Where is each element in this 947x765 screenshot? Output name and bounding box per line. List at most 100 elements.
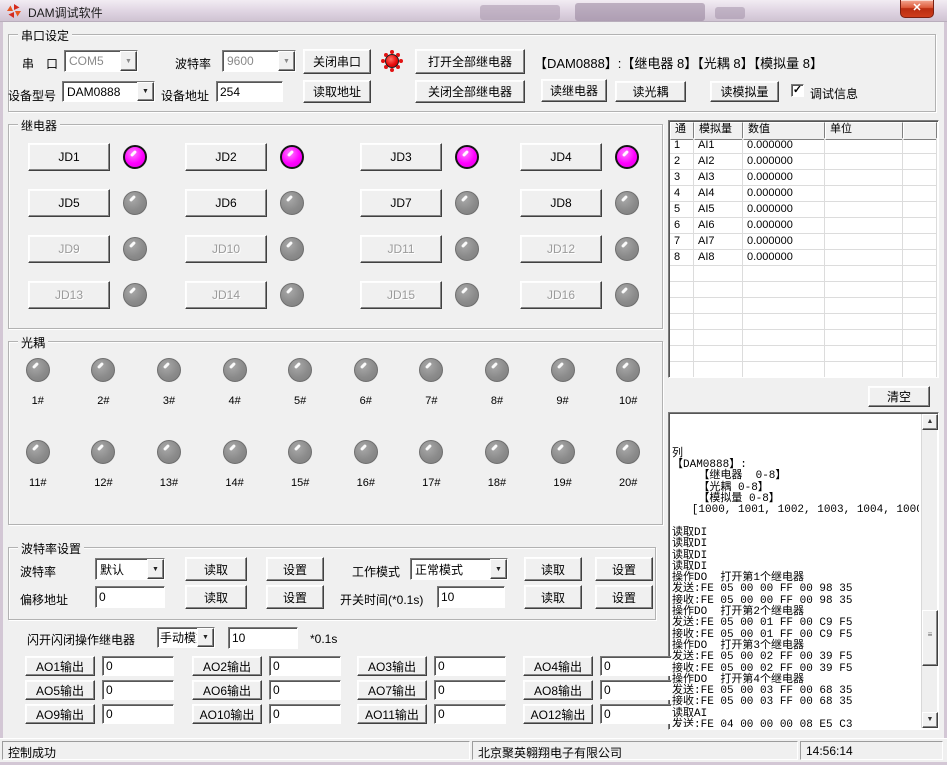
- ao-output-button[interactable]: AO4输出: [523, 656, 593, 676]
- open-all-relays-button[interactable]: 打开全部继电器: [415, 49, 525, 74]
- ao-output-input[interactable]: [600, 656, 672, 676]
- log-line: [672, 517, 919, 528]
- read-analog-button[interactable]: 读模拟量: [710, 81, 779, 102]
- flash-mode-select[interactable]: 手动模式 ▼: [157, 627, 215, 648]
- port-value: COM5: [65, 54, 120, 68]
- model-select[interactable]: DAM0888 ▼: [62, 81, 155, 102]
- clear-button[interactable]: 清空: [868, 386, 930, 407]
- scroll-up-icon[interactable]: ▲: [922, 414, 938, 430]
- relay-button[interactable]: JD4: [520, 143, 602, 171]
- cell-extra: [903, 186, 937, 202]
- ao-output-button[interactable]: AO1输出: [25, 656, 95, 676]
- cell-channel: 3: [670, 170, 694, 186]
- close-button[interactable]: ✕: [900, 0, 934, 18]
- opto-led: [354, 358, 378, 382]
- ao-output-input[interactable]: [434, 704, 506, 724]
- switch-time-set-button[interactable]: 设置: [595, 585, 653, 609]
- baud-read-button[interactable]: 读取: [185, 557, 247, 581]
- relay-button[interactable]: JD1: [28, 143, 110, 171]
- ao-output-input[interactable]: [600, 680, 672, 700]
- ao-output-input[interactable]: [102, 656, 174, 676]
- baud-select[interactable]: 9600 ▼: [222, 50, 296, 72]
- ao-output-input[interactable]: [434, 656, 506, 676]
- baud-set-button[interactable]: 设置: [266, 557, 324, 581]
- offset-read-button[interactable]: 读取: [185, 585, 247, 609]
- ao-output-button[interactable]: AO6输出: [192, 680, 262, 700]
- opto-cell: 15#: [267, 440, 333, 522]
- opto-led: [26, 440, 50, 464]
- work-mode-select[interactable]: 正常模式 ▼: [410, 558, 508, 580]
- relay-button[interactable]: JD7: [360, 189, 442, 217]
- device-addr-input[interactable]: [216, 81, 283, 102]
- ao-output-input[interactable]: [269, 704, 341, 724]
- relay-button[interactable]: JD10: [185, 235, 267, 263]
- relay-button[interactable]: JD8: [520, 189, 602, 217]
- cell-channel: [670, 266, 694, 282]
- ao-output-button[interactable]: AO10输出: [192, 704, 262, 724]
- cell-unit: [825, 234, 903, 250]
- ao-output-button[interactable]: AO8输出: [523, 680, 593, 700]
- log-line: 读取DI: [672, 551, 919, 562]
- relay-led: [280, 191, 304, 215]
- work-mode-read-button[interactable]: 读取: [524, 557, 582, 581]
- ao-output-button[interactable]: AO7输出: [357, 680, 427, 700]
- read-opto-button[interactable]: 读光耦: [615, 81, 686, 102]
- opto-label: 4#: [228, 395, 240, 407]
- read-addr-button[interactable]: 读取地址: [303, 80, 371, 103]
- close-all-relays-button[interactable]: 关闭全部继电器: [415, 80, 525, 103]
- ao-output-input[interactable]: [600, 704, 672, 724]
- cell-value: 0.000000: [743, 154, 825, 170]
- ao-output-input[interactable]: [269, 656, 341, 676]
- opto-label: 3#: [163, 395, 175, 407]
- opto-cell: 1#: [5, 358, 71, 440]
- cell-channel: [670, 362, 694, 378]
- opto-cell: 7#: [399, 358, 465, 440]
- ao-output-input[interactable]: [102, 704, 174, 724]
- cell-channel: [670, 314, 694, 330]
- baudrate-select[interactable]: 默认 ▼: [95, 558, 165, 580]
- cell-channel: 6: [670, 218, 694, 234]
- opto-led: [419, 358, 443, 382]
- relay-button[interactable]: JD11: [360, 235, 442, 263]
- relay-button[interactable]: JD5: [28, 189, 110, 217]
- ao-output-input[interactable]: [269, 680, 341, 700]
- relay-cell: JD3: [360, 134, 520, 180]
- ao-output-button[interactable]: AO2输出: [192, 656, 262, 676]
- offset-set-button[interactable]: 设置: [266, 585, 324, 609]
- debug-info-checkbox[interactable]: [791, 84, 804, 97]
- analog-table[interactable]: 通 模拟量 数值 单位 1 AI1 0.000000 2 AI2 0.00: [668, 120, 939, 378]
- close-port-button[interactable]: 关闭串口: [303, 49, 371, 74]
- switch-time-input[interactable]: [437, 586, 505, 608]
- ao-output-button[interactable]: AO5输出: [25, 680, 95, 700]
- ao-output-button[interactable]: AO9输出: [25, 704, 95, 724]
- port-select[interactable]: COM5 ▼: [64, 50, 138, 72]
- relay-button[interactable]: JD14: [185, 281, 267, 309]
- relay-button[interactable]: JD15: [360, 281, 442, 309]
- relay-button[interactable]: JD3: [360, 143, 442, 171]
- ao-output-button[interactable]: AO3输出: [357, 656, 427, 676]
- cell-unit: [825, 298, 903, 314]
- opto-cell: 8#: [464, 358, 530, 440]
- opto-label: 15#: [291, 477, 309, 489]
- wallpaper-blob: [480, 5, 560, 20]
- ao-output-button[interactable]: AO11输出: [357, 704, 427, 724]
- cell-extra: [903, 282, 937, 298]
- relay-button[interactable]: JD16: [520, 281, 602, 309]
- port-status-led: [385, 54, 399, 68]
- offset-addr-input[interactable]: [95, 586, 165, 608]
- flash-time-input[interactable]: [228, 627, 298, 649]
- relay-button[interactable]: JD6: [185, 189, 267, 217]
- read-relay-button[interactable]: 读继电器: [541, 79, 607, 102]
- work-mode-set-button[interactable]: 设置: [595, 557, 653, 581]
- relay-button[interactable]: JD13: [28, 281, 110, 309]
- baudrate-value: 默认: [96, 561, 147, 578]
- relay-button[interactable]: JD2: [185, 143, 267, 171]
- ao-output-input[interactable]: [434, 680, 506, 700]
- relay-button[interactable]: JD12: [520, 235, 602, 263]
- cell-unit: [825, 202, 903, 218]
- ao-output-button[interactable]: AO12输出: [523, 704, 593, 724]
- cell-channel: 4: [670, 186, 694, 202]
- ao-output-input[interactable]: [102, 680, 174, 700]
- switch-time-read-button[interactable]: 读取: [524, 585, 582, 609]
- relay-button[interactable]: JD9: [28, 235, 110, 263]
